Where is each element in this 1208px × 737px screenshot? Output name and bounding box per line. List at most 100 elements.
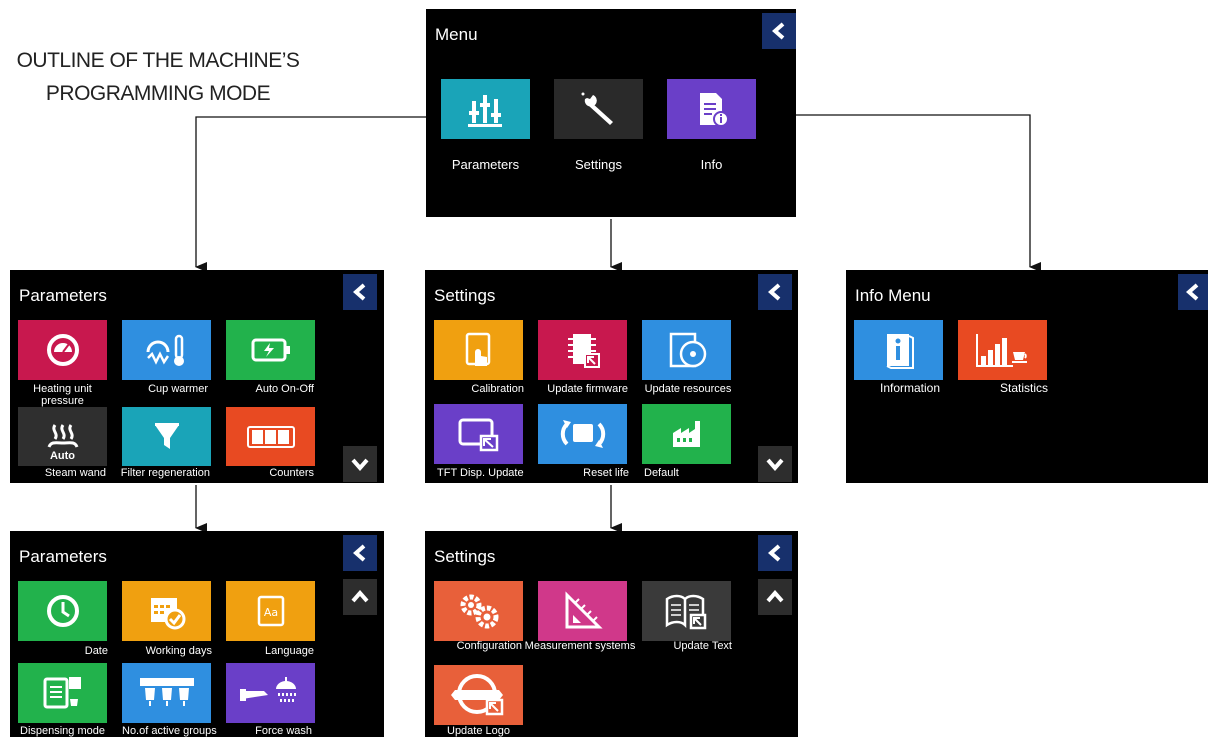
back-button[interactable] — [343, 274, 377, 310]
back-button[interactable] — [758, 274, 792, 310]
back-button[interactable] — [1178, 274, 1208, 310]
tile-label: Language — [265, 645, 314, 657]
document-info-icon — [699, 93, 729, 127]
back-button[interactable] — [758, 535, 792, 571]
calendar-check-icon — [150, 598, 185, 630]
logo-badge-update-icon — [450, 674, 503, 716]
tile-label: Heating unit — [33, 383, 92, 395]
info-book-icon — [886, 334, 914, 369]
steam-wand-tile[interactable]: Auto — [18, 407, 107, 466]
settings-tile[interactable] — [554, 79, 643, 139]
tile-label: Statistics — [999, 381, 1048, 395]
battery-icon — [251, 338, 290, 362]
chevron-down-icon — [766, 458, 784, 471]
parameters-tile[interactable] — [441, 79, 530, 139]
tile-label: Measurement systems — [524, 640, 636, 652]
tile-label: Settings — [575, 157, 622, 172]
tile-label: Info — [700, 157, 723, 172]
dispensing-mode-tile[interactable] — [18, 663, 107, 723]
steam-icon — [47, 423, 78, 448]
screen-title: Settings — [434, 286, 496, 305]
update-text-tile[interactable] — [642, 581, 731, 641]
scroll-up-button[interactable] — [343, 579, 377, 615]
auto-on-off-tile[interactable] — [226, 320, 315, 380]
cup-warmer-tile[interactable] — [122, 320, 211, 380]
chevron-left-icon — [353, 283, 366, 301]
tft-display-update-tile[interactable] — [434, 404, 523, 464]
parameters-screen-page-1: Parameters Heating unit pressure Cup war… — [10, 270, 384, 483]
calibration-tile[interactable] — [434, 320, 523, 380]
language-icon: Aa — [257, 595, 284, 627]
tile-label: Dispensing mode — [20, 725, 105, 737]
dispensing-mode-icon — [43, 677, 81, 709]
back-button[interactable] — [762, 13, 796, 49]
language-tile[interactable]: Aa — [226, 581, 315, 641]
chevron-left-icon — [772, 22, 785, 40]
sliders-icon — [467, 95, 502, 127]
configuration-tile[interactable] — [434, 581, 523, 641]
chevron-left-icon — [353, 544, 366, 562]
tile-label: Filter regeneration — [120, 467, 210, 479]
scroll-down-button[interactable] — [343, 446, 377, 482]
pressure-gauge-icon — [46, 334, 79, 366]
update-logo-tile[interactable] — [434, 665, 523, 725]
filter-regeneration-tile[interactable] — [122, 407, 211, 466]
chevron-left-icon — [768, 544, 781, 562]
tile-label: Information — [879, 381, 941, 395]
measurement-systems-tile[interactable] — [538, 581, 627, 641]
tile-label: Update resources — [644, 383, 732, 395]
counter-display-icon — [246, 425, 295, 448]
tile-label: Parameters — [451, 157, 520, 172]
information-tile[interactable] — [854, 320, 943, 380]
force-wash-icon — [239, 677, 296, 702]
ruler-square-icon — [565, 591, 603, 629]
wrench-icon — [581, 92, 613, 125]
info-tile[interactable] — [667, 79, 756, 139]
tile-label: Date — [84, 645, 108, 657]
default-tile[interactable] — [642, 404, 731, 464]
force-wash-tile[interactable] — [226, 663, 315, 723]
heating-unit-pressure-tile[interactable] — [18, 320, 107, 380]
gears-icon — [460, 594, 498, 629]
tile-label: Update Logo — [447, 725, 510, 737]
reset-cycle-icon — [560, 420, 605, 448]
disc-case-icon — [669, 332, 706, 368]
scroll-down-button[interactable] — [758, 446, 792, 482]
tile-label: pressure — [41, 395, 84, 407]
settings-screen-page-2: Settings Configuration Measurement syste… — [425, 531, 798, 737]
tile-label: Working days — [145, 645, 212, 657]
tile-label: TFT Disp. Update — [437, 467, 524, 479]
chevron-up-icon — [351, 590, 369, 603]
connector-menu-to-parameters — [195, 116, 440, 272]
settings-screen-page-1: Settings Calibration Update firmware Upd… — [425, 270, 798, 483]
tile-label: Calibration — [471, 383, 524, 395]
working-days-tile[interactable] — [122, 581, 211, 641]
info-menu-screen: Info Menu Information Statistics — [846, 270, 1208, 483]
chevron-left-icon — [1186, 283, 1199, 301]
factory-icon — [672, 421, 700, 447]
clock-icon — [46, 595, 79, 627]
parameters-screen-page-2: Parameters Aa Date Working days Language… — [10, 531, 384, 737]
active-groups-tile[interactable] — [122, 663, 211, 723]
chip-update-icon — [567, 334, 600, 368]
counters-tile[interactable] — [226, 407, 315, 466]
screen-title: Menu — [435, 25, 478, 44]
tile-label: Cup warmer — [148, 383, 208, 395]
chevron-down-icon — [351, 458, 369, 471]
reset-life-tile[interactable] — [538, 404, 627, 464]
update-resources-tile[interactable] — [642, 320, 731, 380]
date-tile[interactable] — [18, 581, 107, 641]
funnel-icon — [154, 422, 179, 449]
svg-text:Aa: Aa — [263, 606, 277, 619]
group-heads-icon — [139, 678, 194, 706]
back-button[interactable] — [343, 535, 377, 571]
tile-label: Update Text — [673, 640, 732, 652]
statistics-tile[interactable] — [958, 320, 1047, 380]
tile-label: Default — [644, 467, 679, 479]
menu-screen: Menu Parameters Settings Info — [426, 9, 796, 217]
open-book-update-icon — [665, 594, 706, 630]
update-firmware-tile[interactable] — [538, 320, 627, 380]
scroll-up-button[interactable] — [758, 579, 792, 615]
screen-title: Info Menu — [855, 286, 931, 305]
tile-label: Steam wand — [44, 467, 106, 479]
